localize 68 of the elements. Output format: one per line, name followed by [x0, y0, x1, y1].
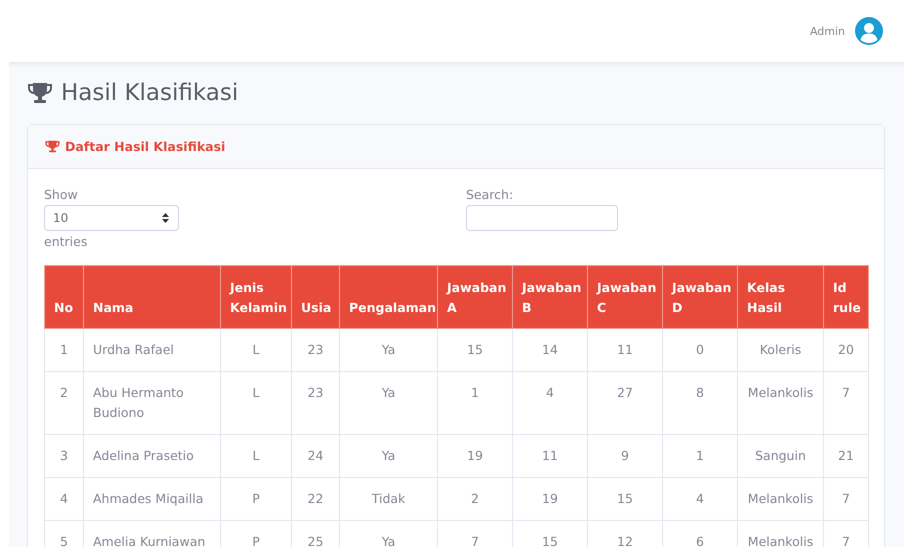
table-cell: Adelina Prasetio: [84, 434, 220, 478]
table-cell: 4: [662, 478, 738, 520]
table-cell: 19: [512, 478, 588, 520]
table-cell: Melankolis: [738, 478, 824, 520]
table-cell: Abu Hermanto Budiono: [84, 372, 220, 434]
table-cell: Ya: [340, 434, 438, 478]
table-cell: 9: [588, 434, 662, 478]
table-cell: 14: [512, 328, 588, 372]
table-cell: Urdha Rafael: [84, 328, 220, 372]
table-cell: 7: [824, 372, 868, 434]
sort-caret-icon: [162, 213, 169, 223]
column-header[interactable]: Nama: [84, 266, 220, 328]
table-cell: 8: [662, 372, 738, 434]
show-label: Show: [44, 187, 78, 202]
column-header[interactable]: Jawaban A: [438, 266, 512, 328]
table-cell: 15: [588, 478, 662, 520]
search-label: Search:: [466, 187, 514, 202]
table-cell: 19: [438, 434, 512, 478]
column-header[interactable]: Id rule: [824, 266, 868, 328]
table-cell: 27: [588, 372, 662, 434]
table-cell: Ya: [340, 328, 438, 372]
table-cell: 1: [44, 328, 84, 372]
search-field[interactable]: [466, 205, 618, 231]
column-header[interactable]: No: [44, 266, 84, 328]
trophy-icon: [45, 140, 60, 153]
table-cell: 24: [292, 434, 340, 478]
table-cell: Koleris: [738, 328, 824, 372]
table-cell: Ahmades Miqailla: [84, 478, 220, 520]
table-cell: 0: [662, 328, 738, 372]
trophy-icon: [27, 82, 53, 104]
table-cell: 21: [824, 434, 868, 478]
table-cell: L: [220, 328, 292, 372]
table-cell: 4: [44, 478, 84, 520]
table-cell: Melankolis: [738, 372, 824, 434]
column-header[interactable]: Usia: [292, 266, 340, 328]
column-header[interactable]: Pengalaman: [340, 266, 438, 328]
table-cell: 4: [512, 372, 588, 434]
table-cell: 11: [512, 434, 588, 478]
entries-select[interactable]: 10: [44, 205, 179, 231]
user-avatar-icon[interactable]: [855, 17, 883, 45]
table-cell: 2: [438, 478, 512, 520]
user-name[interactable]: Admin: [810, 24, 845, 38]
table-cell: 20: [824, 328, 868, 372]
table-cell: Sanguin: [738, 434, 824, 478]
table-cell: L: [220, 372, 292, 434]
column-header[interactable]: Jawaban D: [662, 266, 738, 328]
table-cell: 5: [44, 520, 84, 547]
column-header[interactable]: Jawaban C: [588, 266, 662, 328]
table-cell: 3: [44, 434, 84, 478]
table-cell: Ya: [340, 372, 438, 434]
table-cell: 1: [438, 372, 512, 434]
table-cell: Tidak: [340, 478, 438, 520]
table-cell: 15: [438, 328, 512, 372]
table-cell: P: [220, 478, 292, 520]
column-header[interactable]: Jenis Kelamin: [220, 266, 292, 328]
table-cell: 23: [292, 328, 340, 372]
table-cell: 22: [292, 478, 340, 520]
table-cell: L: [220, 434, 292, 478]
table-cell: 23: [292, 372, 340, 434]
card-title: Daftar Hasil Klasifikasi: [65, 139, 226, 154]
table-cell: 2: [44, 372, 84, 434]
column-header[interactable]: Kelas Hasil: [738, 266, 824, 328]
table-cell: 1: [662, 434, 738, 478]
entries-label: entries: [44, 234, 88, 249]
column-header[interactable]: Jawaban B: [512, 266, 588, 328]
page-title: Hasil Klasifikasi: [61, 80, 238, 106]
table-cell: 11: [588, 328, 662, 372]
table-cell: 7: [824, 478, 868, 520]
